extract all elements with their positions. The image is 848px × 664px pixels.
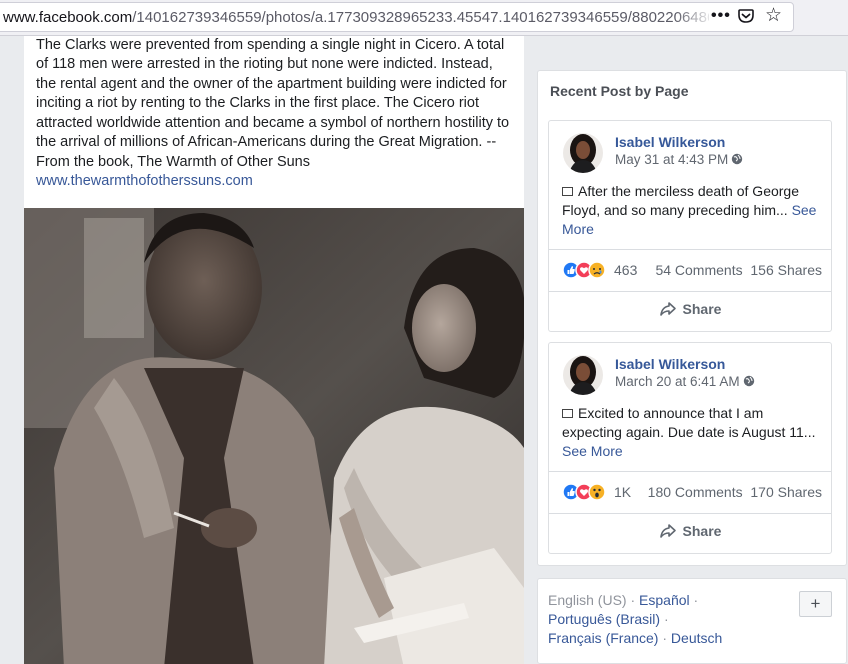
reaction-icons[interactable] [562, 483, 612, 501]
post-excerpt: After the merciless death of George Floy… [562, 183, 799, 218]
reaction-count[interactable]: 1K [614, 484, 631, 500]
laptop-icon [562, 409, 573, 418]
language-selector: English (US) · Español · Português (Bras… [537, 578, 847, 664]
post-photo[interactable] [24, 208, 524, 664]
comment-count[interactable]: 54 Comments [655, 262, 742, 278]
address-bar[interactable]: www.facebook.com/140162739346559/photos/… [0, 2, 794, 32]
divider [549, 471, 831, 472]
reaction-count[interactable]: 463 [614, 262, 637, 278]
post-caption-clipped-line: The Clarks were prevented from spending … [36, 37, 505, 53]
browser-toolbar: www.facebook.com/140162739346559/photos/… [0, 0, 848, 36]
post-author[interactable]: Isabel Wilkerson [615, 356, 725, 372]
post-excerpt: Excited to announce that I am expecting … [562, 405, 816, 440]
recent-posts-panel: Recent Post by Page Isabel Wilkerson May… [537, 70, 847, 566]
post-caption: The Clarks were prevented from spending … [36, 37, 516, 192]
reaction-icons[interactable] [562, 261, 612, 279]
post-stats: 1K 180 Comments 170 Shares [562, 483, 822, 503]
url-text[interactable]: www.facebook.com/140162739346559/photos/… [3, 9, 709, 26]
recent-post-card: Isabel Wilkerson March 20 at 6:41 AM Exc… [548, 342, 832, 554]
post-timestamp[interactable]: May 31 at 4:43 PM [615, 152, 743, 167]
divider [549, 513, 831, 514]
separator: · [662, 630, 668, 646]
divider [549, 291, 831, 292]
separator: · [693, 592, 699, 608]
current-language: English (US) [548, 592, 627, 608]
share-label: Share [682, 301, 722, 317]
globe-icon [732, 153, 743, 165]
page-actions-menu-button[interactable]: ••• [711, 7, 731, 25]
post-body: Excited to announce that I am expecting … [562, 404, 824, 461]
language-option[interactable]: Français (France) [548, 630, 658, 646]
post-stats: 463 54 Comments 156 Shares [562, 261, 822, 281]
recent-posts-title: Recent Post by Page [550, 83, 689, 99]
language-option[interactable]: Deutsch [671, 630, 722, 646]
share-label: Share [682, 523, 722, 539]
url-fade [675, 5, 715, 29]
post-time-text: March 20 at 6:41 AM [615, 374, 740, 389]
divider [549, 249, 831, 250]
post-caption-text: of 118 men were arrested in the rioting … [36, 56, 510, 170]
post-body: After the merciless death of George Floy… [562, 182, 824, 239]
comments-shares: 54 Comments 156 Shares [655, 262, 822, 278]
bookmark-star-icon[interactable]: ☆ [765, 6, 782, 25]
share-arrow-icon [659, 302, 676, 316]
more-languages-button[interactable]: + [799, 591, 832, 617]
author-avatar[interactable] [563, 355, 603, 395]
wow-icon [588, 483, 606, 501]
url-path: /140162739346559/photos/a.17730932896523… [132, 9, 709, 26]
language-list: English (US) · Español · Português (Bras… [548, 591, 788, 648]
share-count[interactable]: 156 Shares [750, 262, 822, 278]
share-button[interactable]: Share [549, 523, 831, 545]
post-time-text: May 31 at 4:43 PM [615, 152, 729, 167]
comments-shares: 180 Comments 170 Shares [648, 484, 822, 500]
pocket-icon[interactable] [737, 7, 755, 25]
language-option[interactable]: Español [639, 592, 690, 608]
sad-icon [588, 261, 606, 279]
separator: · [630, 592, 636, 608]
comment-count[interactable]: 180 Comments [648, 484, 743, 500]
author-avatar[interactable] [563, 133, 603, 173]
document-icon [562, 187, 573, 196]
share-arrow-icon [659, 524, 676, 538]
url-host: www.facebook.com [3, 9, 133, 26]
recent-post-card: Isabel Wilkerson May 31 at 4:43 PM After… [548, 120, 832, 332]
photo-post: The Clarks were prevented from spending … [24, 36, 524, 664]
globe-icon [743, 375, 754, 387]
book-website-link[interactable]: www.thewarmthofotherssuns.com [36, 173, 253, 189]
post-timestamp[interactable]: March 20 at 6:41 AM [615, 374, 755, 389]
see-more-link[interactable]: See More [562, 443, 623, 459]
post-author[interactable]: Isabel Wilkerson [615, 134, 725, 150]
separator: · [663, 611, 669, 627]
language-option[interactable]: Português (Brasil) [548, 611, 660, 627]
share-button[interactable]: Share [549, 301, 831, 323]
share-count[interactable]: 170 Shares [750, 484, 822, 500]
